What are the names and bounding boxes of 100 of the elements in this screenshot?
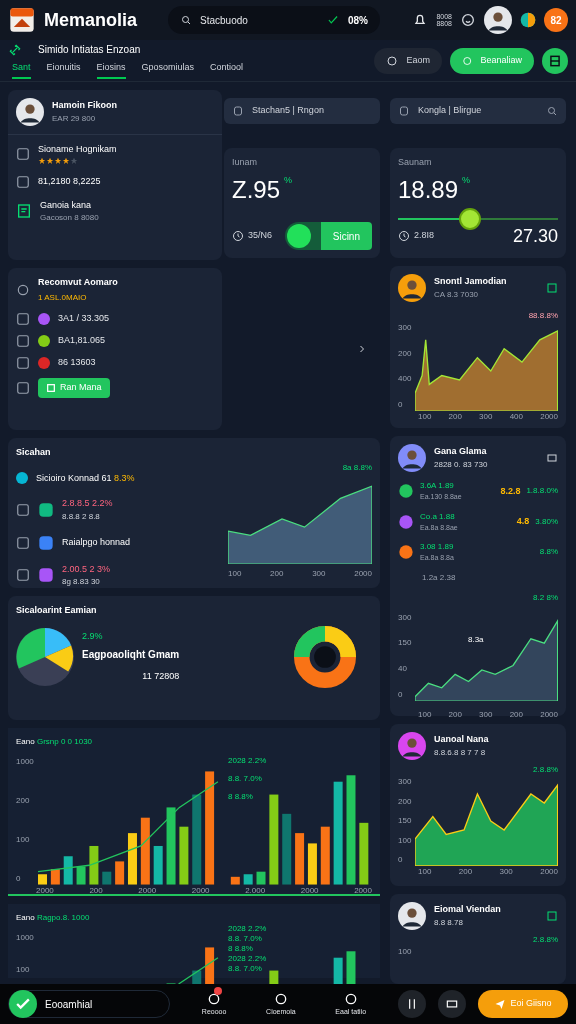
label: Gacoson 8 8080 <box>40 212 99 224</box>
label: Sioname Hognikam <box>38 143 117 156</box>
label: EAR 29 800 <box>52 112 97 125</box>
brand-name: Memanolia <box>44 9 139 32</box>
axis-label: 200 <box>270 568 284 580</box>
label: 3.6A 1.89 <box>420 480 455 492</box>
tab[interactable]: Contiool <box>210 61 244 79</box>
label: 1.2a 2.38 <box>421 571 457 584</box>
tag: 1 ASL.0MAIO <box>38 291 118 304</box>
axis-label: 2000 <box>300 884 319 897</box>
label: 2.8I8 <box>414 229 435 243</box>
axis-label: 300 <box>499 866 513 878</box>
label: 3.08 1.89 <box>420 541 455 553</box>
label: 3A1 / 33.305 <box>58 311 110 325</box>
axis-label: 2000 <box>540 708 558 721</box>
label: Recomvut Aomaro <box>38 276 118 289</box>
label: BA1,81.065 <box>58 333 106 347</box>
axis-label: 40 <box>398 662 408 675</box>
label: Snontl Jamodian <box>434 275 508 289</box>
axis-label: 300 <box>398 322 412 334</box>
axis-label: 100 <box>398 946 412 958</box>
label: 8.8.8 2 8.8 <box>62 510 101 523</box>
axis-label: 2000 <box>138 884 157 897</box>
label: 35/N6 <box>248 229 273 243</box>
label: 2828 0. 83 730 <box>434 458 489 471</box>
axis-label: 300 <box>398 611 412 624</box>
count-badge: 82 <box>544 8 568 32</box>
axis-label: 100 <box>418 866 432 878</box>
value-label: 2028 2.2% <box>228 954 267 964</box>
label: Sicaloarint Eamian <box>16 604 98 617</box>
stat-value: 18.89 <box>398 174 459 205</box>
chart-title: Eano Ragpo.8. 1000 <box>16 912 91 924</box>
label: 2.00.5 2 3% <box>62 562 111 576</box>
axis-label: 1000 <box>16 756 34 768</box>
tab[interactable]: Eionuitis <box>46 61 81 79</box>
axis-label: 2000 <box>36 884 54 897</box>
axis-label: 1000 <box>16 932 34 944</box>
axis-label: 400 <box>509 411 523 424</box>
axis-label: 300 <box>479 411 493 424</box>
axis-label: 2000 <box>540 866 558 878</box>
axis-label: 2.000 <box>245 884 266 897</box>
label: 86 13603 <box>58 355 96 369</box>
label: 3.80% <box>535 515 558 528</box>
label: % <box>462 173 471 187</box>
label: Saunam <box>398 156 433 169</box>
axis-label: 200 <box>458 866 473 878</box>
label: % <box>284 173 293 187</box>
label: Gana Glama <box>434 445 488 459</box>
reading: 27.30 <box>512 225 558 248</box>
axis-label: 300 <box>479 708 493 721</box>
axis-label: 300 <box>398 776 412 788</box>
label: 8.8.6.8 8 7 7 8 <box>434 746 487 759</box>
axis-label: 150 <box>398 815 412 827</box>
tab[interactable]: Sant <box>12 61 31 79</box>
input-field[interactable]: Stachan5 | Rngon <box>224 98 380 124</box>
label: 08% <box>348 13 368 28</box>
chart-title: Eano Grsnp 0 0 1030 <box>16 736 94 748</box>
axis-label: 150 <box>398 637 412 650</box>
label: 8.8% <box>539 546 558 559</box>
label: Raialpgo honnad <box>62 535 131 549</box>
axis-label: 400 <box>398 373 412 386</box>
value-label: 8.3a <box>468 633 484 646</box>
label: 2.8.8% <box>533 764 558 776</box>
tab[interactable]: Eiosins <box>96 61 126 79</box>
label: 8.8 8.78 <box>434 916 464 929</box>
value-label: 2028 2.2% <box>228 924 267 934</box>
axis-label: 200 <box>89 884 103 897</box>
axis-label: 100 <box>418 708 432 721</box>
tab[interactable]: Gposomiulas <box>141 61 195 79</box>
axis-label: 2000 <box>540 411 558 424</box>
axis-label: 2000 <box>354 568 372 580</box>
axis-label: 0 <box>16 872 22 885</box>
label: 1.8.8.0% <box>526 485 558 498</box>
axis-label: 100 <box>418 411 432 424</box>
label: 11 72808 <box>142 670 180 683</box>
search-field[interactable]: Stacbuodo 08% <box>168 6 380 34</box>
label: Co.a 1.88 <box>420 510 456 523</box>
axis-label: 200 <box>448 411 462 424</box>
label: Uanoal Nana <box>434 733 490 747</box>
axis-label: 200 <box>16 794 31 807</box>
axis-label: 200 <box>509 708 523 721</box>
input-field[interactable]: Kongla | Blirgue <box>390 98 566 124</box>
axis-label: 100 <box>16 833 31 846</box>
label: Eagpoaoliqht Gmam <box>82 648 180 662</box>
axis-label: 0 <box>398 854 404 866</box>
secondary-button[interactable]: Eaom <box>374 47 442 74</box>
label: CA 8.3 7030 <box>434 288 480 301</box>
label: 81,2180 8,2225 <box>38 174 101 188</box>
axis-label: 300 <box>312 568 326 580</box>
axis-label: 0 <box>398 399 404 412</box>
axis-label: 100 <box>398 834 412 847</box>
profile-name: Hamoin Fikoon <box>52 99 117 113</box>
axis-label: 2000 <box>191 884 210 897</box>
label: 4.8 <box>516 515 530 528</box>
label: 8.2 8% <box>533 591 558 604</box>
label: 2.9% <box>82 629 104 643</box>
label: 2.8.8% <box>533 934 558 946</box>
axis-label: 200 <box>398 795 412 808</box>
label: Sicioiro Konnad 61 8.3% <box>36 471 135 485</box>
label: 88.8.8% <box>528 310 558 322</box>
